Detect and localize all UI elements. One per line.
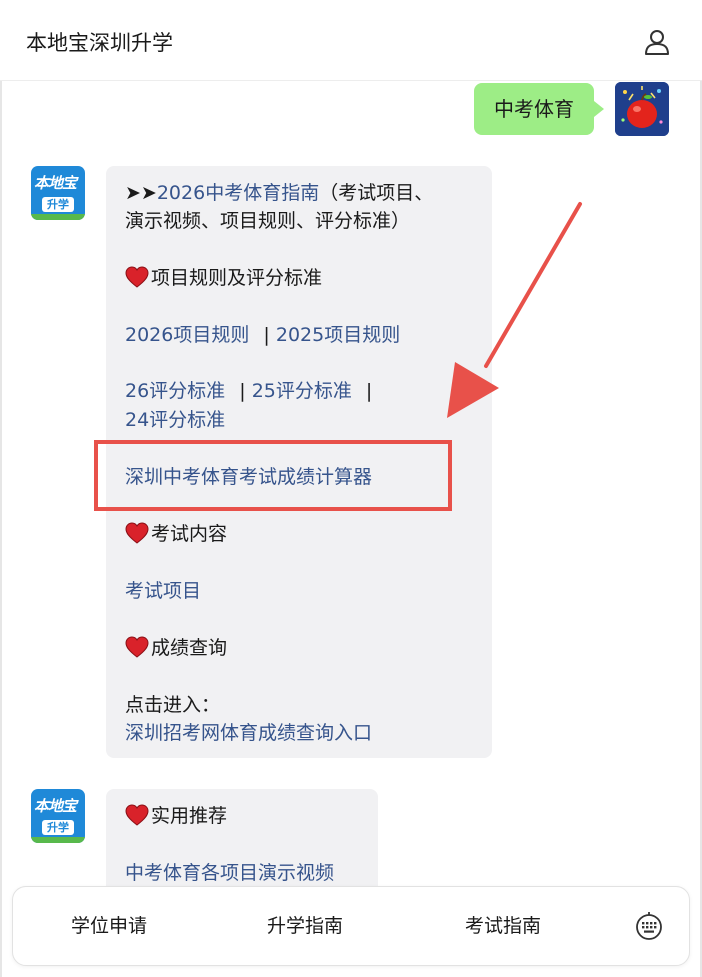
score-24-link[interactable]: 24评分标准 — [125, 406, 225, 434]
bot-avatar: 本地宝 升学 — [31, 166, 85, 220]
rules-2026-link[interactable]: 2026项目规则 — [125, 324, 249, 346]
score-links: 26评分标准 | 25评分标准 | — [125, 377, 372, 405]
score-25-link[interactable]: 25评分标准 — [252, 380, 352, 402]
highlight-box — [94, 440, 452, 511]
section-recommend-label: 实用推荐 — [151, 805, 228, 827]
apple-avatar-icon — [615, 82, 669, 136]
bottom-menu-bar: 学位申请 升学指南 考试指南 — [12, 886, 690, 966]
section-rules: 项目规则及评分标准 — [125, 264, 322, 292]
separator: | — [239, 380, 246, 402]
heart-icon — [125, 266, 149, 288]
rules-links: 2026项目规则 | 2025项目规则 — [125, 321, 400, 349]
click-enter-text: 点击进入： — [125, 694, 221, 716]
page-title: 本地宝深圳升学 — [26, 31, 173, 55]
separator: | — [263, 324, 270, 346]
bot-avatar-brand: 本地宝 — [34, 797, 77, 815]
bot-avatar-sub: 升学 — [42, 820, 74, 835]
section-content: 考试内容 — [125, 520, 227, 548]
exam-items-link[interactable]: 考试项目 — [125, 577, 201, 605]
bot-avatar-sub: 升学 — [42, 197, 74, 212]
app-header: 本地宝深圳升学 — [0, 0, 702, 81]
intro-line-2: 演示视频、项目规则、评分标准） — [125, 210, 411, 232]
keyboard-icon[interactable] — [633, 910, 665, 942]
user-avatar — [615, 82, 669, 136]
bot-message-bubble: 实用推荐 中考体育各项目演示视频 — [106, 789, 378, 888]
rules-2025-link[interactable]: 2025项目规则 — [276, 324, 400, 346]
bot-avatar-brand: 本地宝 — [34, 174, 77, 192]
separator: | — [365, 380, 373, 402]
tab-admission-guide[interactable]: 升学指南 — [267, 911, 343, 941]
heart-icon — [125, 804, 149, 826]
heart-icon — [125, 636, 149, 658]
section-recommend: 实用推荐 — [125, 802, 227, 830]
section-rules-label: 项目规则及评分标准 — [151, 267, 323, 289]
section-content-label: 考试内容 — [151, 523, 228, 545]
user-message-text: 中考体育 — [494, 97, 574, 121]
tab-degree-application[interactable]: 学位申请 — [71, 911, 147, 941]
intro-line: ➤➤2026中考体育指南（考试项目、 — [125, 179, 433, 207]
section-score-label: 成绩查询 — [151, 637, 228, 659]
tab-exam-guide[interactable]: 考试指南 — [465, 911, 541, 941]
section-score: 成绩查询 — [125, 634, 227, 662]
user-message-bubble: 中考体育 — [474, 83, 604, 135]
heart-icon — [125, 522, 149, 544]
score-26-link[interactable]: 26评分标准 — [125, 380, 225, 402]
score-query-link[interactable]: 深圳招考网体育成绩查询入口 — [125, 719, 372, 747]
demo-videos-link[interactable]: 中考体育各项目演示视频 — [125, 859, 334, 887]
user-profile-icon[interactable] — [641, 26, 673, 58]
arrow-glyphs: ➤➤ — [125, 182, 157, 204]
guide-link[interactable]: 2026中考体育指南 — [157, 182, 319, 204]
intro-text: （考试项目、 — [319, 182, 434, 204]
chat-area[interactable]: 中考体育 本地宝 升学 ➤➤2026中考体育指南（考试项目、 演示视频、项目规则… — [0, 80, 702, 888]
bot-avatar: 本地宝 升学 — [31, 789, 85, 843]
